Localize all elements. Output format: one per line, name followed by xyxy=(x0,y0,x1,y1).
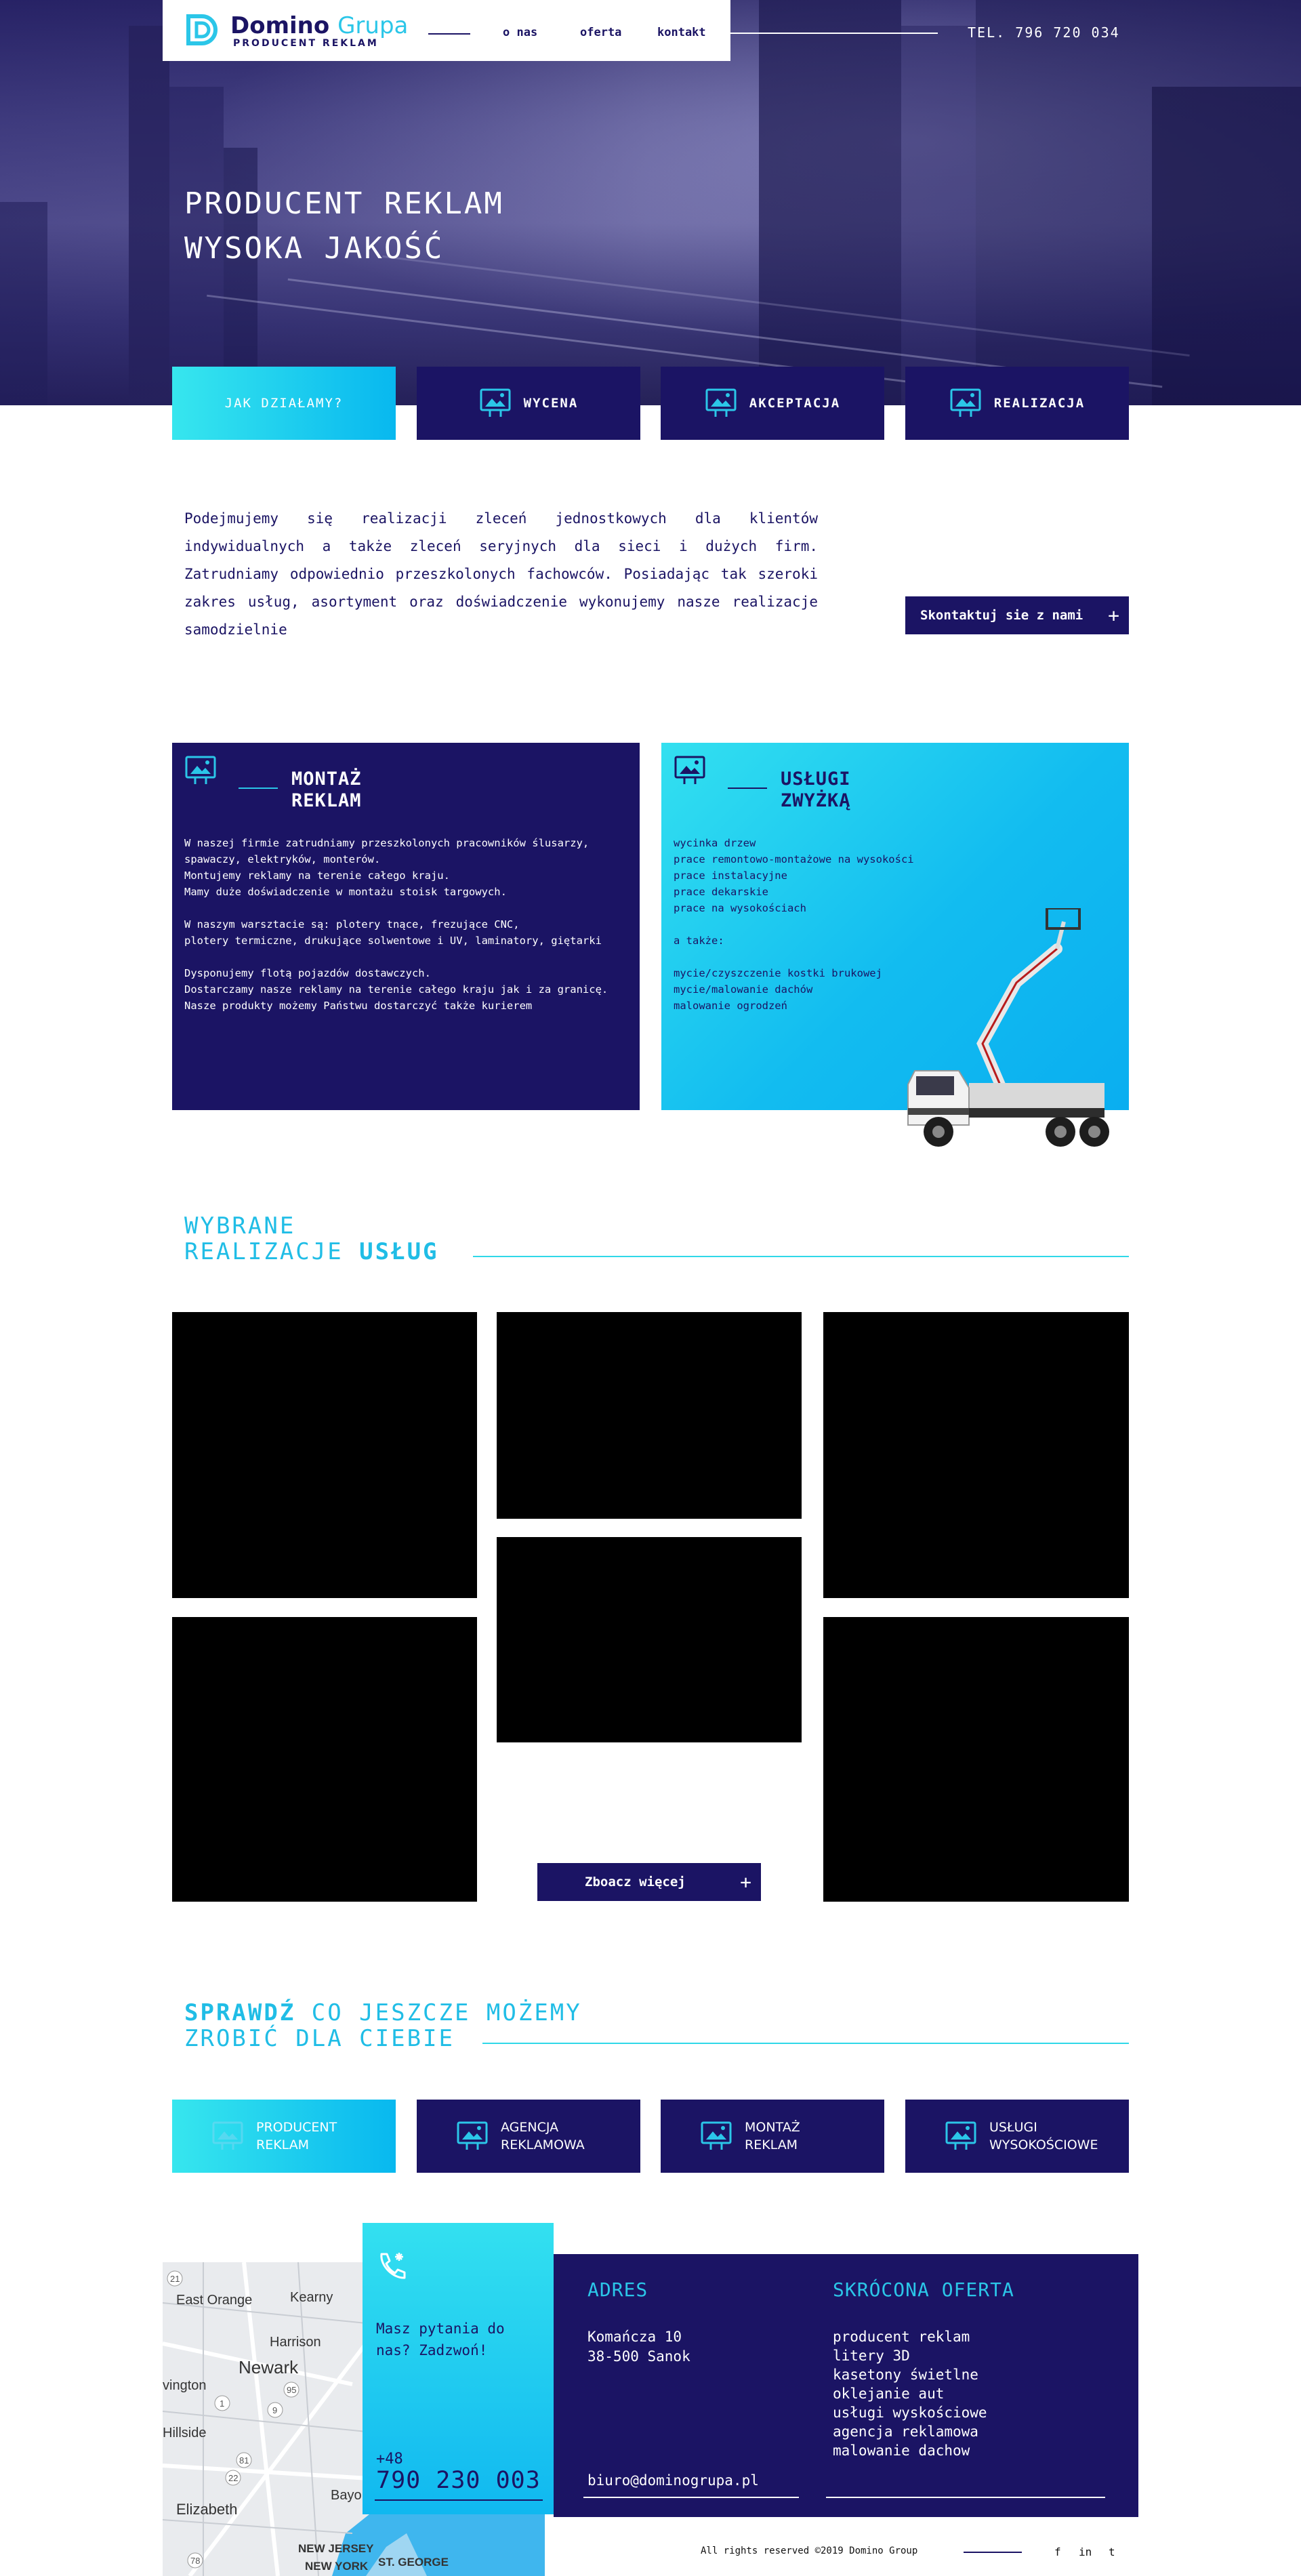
plus-icon: + xyxy=(1108,604,1119,627)
service-agencja-reklamowa[interactable]: AGENCJA REKLAMOWA xyxy=(417,2100,640,2173)
offer-item[interactable]: kasetony świetlne xyxy=(833,2365,987,2384)
copyright-text: All rights reserved ©2019 Domino Group xyxy=(701,2546,918,2556)
svg-text:9: 9 xyxy=(272,2405,277,2415)
map-label: NEW YORK xyxy=(305,2560,369,2573)
gallery-image[interactable] xyxy=(497,1537,802,1742)
gallery-image[interactable] xyxy=(497,1312,802,1519)
billboard-icon xyxy=(701,2121,732,2150)
billboard-icon xyxy=(457,2121,488,2150)
map-label: Elizabeth xyxy=(176,2501,238,2518)
header-divider xyxy=(730,33,938,34)
service-montaz-reklam[interactable]: MONTAŻ REKLAM xyxy=(661,2100,884,2173)
offer-item[interactable]: oklejanie aut xyxy=(833,2384,987,2403)
facebook-icon[interactable]: f xyxy=(1054,2546,1061,2558)
twitter-icon[interactable]: t xyxy=(1109,2546,1115,2558)
logo-icon[interactable] xyxy=(184,11,222,49)
tab-wycena[interactable]: WYCENA xyxy=(417,367,640,440)
map-label: East Orange xyxy=(176,2293,252,2308)
contact-info-panel: ADRES Komańcza 10 38-500 Sanok biuro@domi… xyxy=(554,2254,1138,2517)
phone-icon xyxy=(380,2253,406,2279)
tab-label: REALIZACJA xyxy=(993,396,1086,411)
offer-item[interactable]: malowanie dachow xyxy=(833,2441,987,2460)
section-divider xyxy=(482,2043,1129,2044)
offer-item[interactable]: agencja reklamowa xyxy=(833,2422,987,2441)
card-divider xyxy=(239,788,278,789)
nav-link-o-nas[interactable]: o nas xyxy=(503,26,537,39)
offer-list: producent reklam litery 3D kasetony świe… xyxy=(833,2327,987,2460)
map-label: Harrison xyxy=(270,2335,321,2350)
offer-underline xyxy=(826,2497,1105,2498)
billboard-icon xyxy=(950,388,981,417)
section-divider xyxy=(473,1256,1129,1257)
card-montaz-reklam: MONTAŻ REKLAM W naszej firmie zatrudniamy… xyxy=(172,743,640,1110)
svg-text:21: 21 xyxy=(170,2274,180,2284)
address: Komańcza 10 38-500 Sanok xyxy=(587,2329,690,2365)
card-body: W naszej firmie zatrudniamy przeszkolony… xyxy=(184,837,608,1012)
see-more-button[interactable]: Zboacz więcej + xyxy=(537,1863,761,1901)
offer-title: SKRÓCONA OFERTA xyxy=(833,2278,1014,2301)
gallery-image[interactable] xyxy=(823,1617,1129,1902)
card-title: USŁUGI ZWYŻKĄ xyxy=(781,769,851,811)
nav-link-kontakt[interactable]: kontakt xyxy=(657,26,706,39)
card-title: MONTAŻ REKLAM xyxy=(291,769,362,811)
nav-link-oferta[interactable]: oferta xyxy=(580,26,621,39)
offer-item[interactable]: usługi wyskościowe xyxy=(833,2403,987,2422)
hero-title-line1: PRODUCENT REKLAM xyxy=(184,186,504,221)
offer-item[interactable]: producent reklam xyxy=(833,2327,987,2346)
contact-question: Masz pytania do nas? Zadzwoń! xyxy=(376,2321,505,2358)
gallery-section-title: WYBRANE REALIZACJE USŁUG xyxy=(184,1212,439,1265)
svg-text:1: 1 xyxy=(220,2398,224,2409)
logo-name[interactable]: Domino Grupa xyxy=(230,12,408,39)
map-label: Kearny xyxy=(290,2290,333,2305)
tab-jak-dzialamy[interactable]: JAK DZIAŁAMY? xyxy=(172,367,396,440)
tab-akceptacja[interactable]: AKCEPTACJA xyxy=(661,367,884,440)
linkedin-icon[interactable]: in xyxy=(1079,2546,1092,2558)
billboard-icon xyxy=(480,388,511,417)
contact-email[interactable]: biuro@dominogrupa.pl xyxy=(587,2472,759,2489)
address-title: ADRES xyxy=(587,2278,648,2301)
service-producent-reklam[interactable]: PRODUCENT REKLAM xyxy=(172,2100,396,2173)
svg-text:81: 81 xyxy=(239,2455,249,2466)
svg-text:95: 95 xyxy=(287,2385,296,2395)
phone-prefix: +48 xyxy=(376,2451,403,2468)
contact-phone-number[interactable]: 790 230 003 xyxy=(376,2467,541,2494)
gallery-image[interactable] xyxy=(172,1312,477,1598)
gallery-image[interactable] xyxy=(823,1312,1129,1598)
social-divider xyxy=(964,2552,1022,2553)
map-label: ST. GEORGE xyxy=(378,2556,449,2569)
svg-text:22: 22 xyxy=(228,2473,238,2483)
email-underline xyxy=(583,2497,799,2498)
billboard-icon xyxy=(945,2121,976,2150)
tab-label: WYCENA xyxy=(523,396,579,411)
gallery-image[interactable] xyxy=(172,1617,477,1902)
map-label: vington xyxy=(163,2378,207,2393)
offer-item[interactable]: litery 3D xyxy=(833,2346,987,2365)
contact-phone-card: Masz pytania do nas? Zadzwoń! +48 790 23… xyxy=(363,2223,554,2514)
nav-divider xyxy=(428,33,470,35)
phone-underline xyxy=(375,2499,543,2501)
copyright-bar: All rights reserved ©2019 Domino Group f… xyxy=(683,2517,1138,2576)
contact-us-button[interactable]: Skontaktuj sie z nami + xyxy=(905,596,1129,634)
map-label: NEW JERSEY xyxy=(298,2542,374,2555)
tab-realizacja[interactable]: REALIZACJA xyxy=(905,367,1129,440)
service-uslugi-wysokosciowe[interactable]: USŁUGI WYSOKOŚCIOWE xyxy=(905,2100,1129,2173)
tab-label: JAK DZIAŁAMY? xyxy=(224,396,344,411)
hero-title-line2: WYSOKA JAKOŚĆ xyxy=(184,231,445,266)
plus-icon: + xyxy=(740,1870,751,1894)
header-phone[interactable]: TEL. 796 720 034 xyxy=(968,24,1120,41)
billboard-icon xyxy=(705,388,737,417)
tab-label: AKCEPTACJA xyxy=(749,396,841,411)
aerial-lift-truck-image xyxy=(907,908,1109,1147)
card-divider xyxy=(728,788,767,789)
billboard-icon xyxy=(212,2121,243,2150)
billboard-icon xyxy=(674,756,705,784)
map-label: Hillside xyxy=(163,2426,206,2440)
intro-text: Podejmujemy się realizacji zleceń jednos… xyxy=(184,510,818,638)
svg-text:78: 78 xyxy=(190,2556,200,2566)
hero-title: PRODUCENT REKLAM WYSOKA JAKOŚĆ xyxy=(184,182,504,271)
map-label: Newark xyxy=(239,2357,299,2377)
billboard-icon xyxy=(185,756,216,784)
logo-tagline: PRODUCENT REKLAM xyxy=(233,38,379,49)
